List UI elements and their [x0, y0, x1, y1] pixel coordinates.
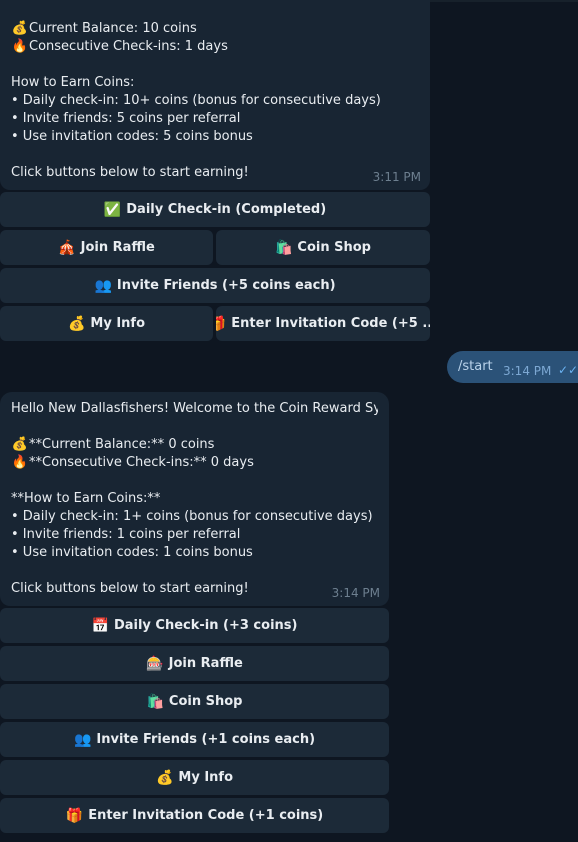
gift-icon: 🎁	[216, 315, 227, 332]
chat-view: 💰Current Balance: 10 coins 🔥Consecutive …	[0, 0, 578, 842]
enter-invitation-code-button[interactable]: 🎁 Enter Invitation Code (+5 ...	[216, 306, 430, 341]
message-line: 💰Current Balance: 10 coins	[11, 21, 197, 36]
message-timestamp: 3:11 PM	[372, 170, 421, 184]
message-line: • Invite friends: 1 coins per referral	[11, 527, 241, 542]
invite-friends-button[interactable]: 👥 Invite Friends (+1 coins each)	[0, 722, 389, 757]
message-line: Click buttons below to start earning!	[11, 165, 249, 180]
message-timestamp: 3:14 PM	[503, 364, 552, 378]
invite-friends-button[interactable]: 👥 Invite Friends (+5 coins each)	[0, 268, 430, 303]
gift-icon: 🎁	[65, 807, 84, 824]
money-bag-icon: 💰	[67, 315, 86, 332]
join-raffle-button[interactable]: 🎰 Join Raffle	[0, 646, 389, 681]
message-line: 💰**Current Balance:** 0 coins	[11, 437, 215, 452]
message-line: **How to Earn Coins:**	[11, 491, 161, 506]
message-line: • Use invitation codes: 5 coins bonus	[11, 129, 253, 144]
circus-tent-icon: 🎪	[58, 239, 76, 256]
message-line: • Use invitation codes: 1 coins bonus	[11, 545, 253, 560]
people-icon: 👥	[94, 277, 112, 294]
join-raffle-button[interactable]: 🎪 Join Raffle	[0, 230, 213, 265]
message-line: How to Earn Coins:	[11, 75, 135, 90]
money-bag-icon: 💰	[11, 21, 29, 36]
message-line: • Daily check-in: 10+ coins (bonus for c…	[11, 93, 381, 108]
money-bag-icon: 💰	[155, 769, 174, 786]
slot-machine-icon: 🎰	[146, 655, 164, 672]
people-icon: 👥	[73, 731, 92, 748]
my-info-button[interactable]: 💰 My Info	[0, 760, 389, 795]
message-line: 🔥**Consecutive Check-ins:** 0 days	[11, 455, 254, 470]
message-line: Hello New Dallasfishers! Welcome to the …	[11, 401, 378, 416]
enter-invitation-code-button[interactable]: 🎁 Enter Invitation Code (+1 coins)	[0, 798, 389, 833]
my-info-button[interactable]: 💰 My Info	[0, 306, 213, 341]
daily-check-in-button[interactable]: 📅 Daily Check-in (+3 coins)	[0, 608, 389, 643]
fire-icon: 🔥	[11, 455, 29, 470]
bot-message-2: Hello New Dallasfishers! Welcome to the …	[0, 392, 389, 606]
bot-message-1: 💰Current Balance: 10 coins 🔥Consecutive …	[0, 0, 430, 190]
message-line: • Invite friends: 5 coins per referral	[11, 111, 241, 126]
message-line: • Daily check-in: 1+ coins (bonus for co…	[11, 509, 373, 524]
message-line: Click buttons below to start earning!	[11, 581, 249, 596]
money-bag-icon: 💰	[11, 437, 29, 452]
double-check-icon: ✓✓	[558, 363, 578, 377]
user-message: /start 3:14 PM ✓✓	[447, 351, 578, 383]
coin-shop-button[interactable]: 🛍️ Coin Shop	[0, 684, 389, 719]
fire-icon: 🔥	[11, 39, 29, 54]
check-mark-icon: ✅	[103, 201, 122, 218]
message-line: 🔥Consecutive Check-ins: 1 days	[11, 39, 228, 54]
shopping-bags-icon: 🛍️	[274, 239, 293, 256]
calendar-icon: 📅	[91, 617, 109, 634]
daily-check-in-button[interactable]: ✅ Daily Check-in (Completed)	[0, 192, 430, 227]
message-timestamp: 3:14 PM	[331, 586, 380, 600]
coin-shop-button[interactable]: 🛍️ Coin Shop	[216, 230, 430, 265]
shopping-bags-icon: 🛍️	[146, 693, 164, 710]
command-text[interactable]: /start	[458, 359, 493, 374]
